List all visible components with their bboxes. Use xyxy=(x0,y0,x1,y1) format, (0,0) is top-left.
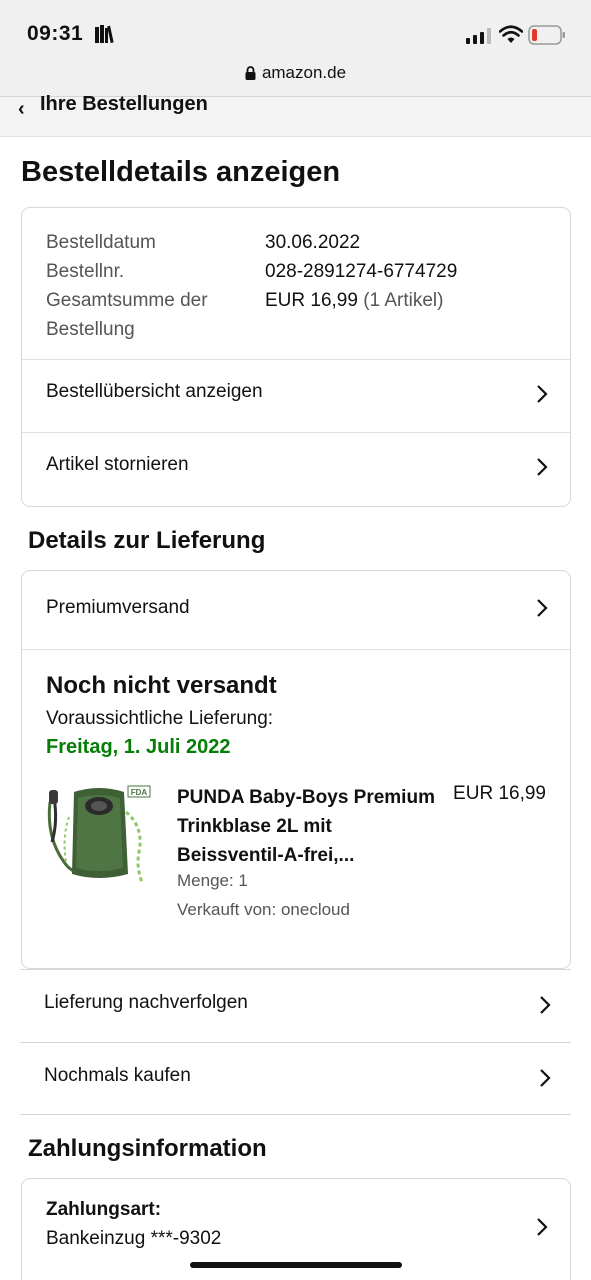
shipping-method-row[interactable]: Premiumversand xyxy=(22,571,570,650)
shipping-method: Premiumversand xyxy=(46,597,190,618)
payment-method-value: Bankeinzug ***-9302 xyxy=(46,1228,222,1249)
back-navigation[interactable]: ‹ Ihre Bestellungen xyxy=(0,93,591,137)
chevron-right-icon xyxy=(540,1069,551,1087)
product-image[interactable]: FDA xyxy=(44,782,154,892)
delivery-card: Premiumversand Noch nicht versandt Vorau… xyxy=(21,570,571,969)
order-info: Bestelldatum 30.06.2022 Bestellnr. 028-2… xyxy=(22,208,570,360)
order-date-row: Bestelldatum 30.06.2022 xyxy=(46,228,546,257)
battery-low-icon xyxy=(528,25,565,45)
url-text: amazon.de xyxy=(261,63,347,82)
status-bar: 09:31 amazon.de xyxy=(0,0,591,96)
order-total-row: Gesamtsumme der Bestellung EUR 16,99 (1 … xyxy=(46,286,546,344)
product-quantity: Menge: 1 xyxy=(177,871,248,890)
status-time: 09:31 xyxy=(27,22,84,45)
fda-badge: FDA xyxy=(131,788,148,797)
back-link-label[interactable]: Ihre Bestellungen xyxy=(40,93,208,116)
order-number-row: Bestellnr. 028-2891274-6774729 xyxy=(46,257,546,286)
home-indicator[interactable] xyxy=(190,1262,402,1268)
cellular-signal-icon xyxy=(466,28,491,44)
lock-icon xyxy=(245,66,256,80)
total-amount: EUR 16,99 xyxy=(265,290,358,311)
buy-again-row[interactable]: Nochmals kaufen xyxy=(20,1042,571,1115)
chevron-right-icon xyxy=(537,458,548,476)
books-icon xyxy=(95,25,114,43)
item-count: (1 Artikel) xyxy=(363,290,444,311)
chevron-right-icon xyxy=(540,996,551,1014)
eta-date: Freitag, 1. Juli 2022 xyxy=(46,736,231,758)
delivery-actions: Lieferung nachverfolgen Nochmals kaufen xyxy=(20,969,571,1115)
product-title[interactable]: PUNDA Baby-Boys Premium Trinkblase 2L mi… xyxy=(177,783,437,870)
chevron-right-icon xyxy=(537,1218,548,1236)
info-value: EUR 16,99 (1 Artikel) xyxy=(265,286,443,344)
cancel-items-row[interactable]: Artikel stornieren xyxy=(22,433,570,506)
address-bar[interactable]: amazon.de xyxy=(0,63,591,83)
row-label: Bestellübersicht anzeigen xyxy=(46,381,263,402)
payment-method-label: Zahlungsart: xyxy=(46,1199,162,1220)
chevron-right-icon xyxy=(537,599,548,617)
delivery-section-title: Details zur Lieferung xyxy=(28,527,266,554)
info-key: Bestellnr. xyxy=(46,261,125,282)
page-title: Bestelldetails anzeigen xyxy=(21,156,341,188)
chevron-left-icon: ‹ xyxy=(18,98,25,120)
payment-section-title: Zahlungsinformation xyxy=(28,1135,267,1162)
product-seller: Verkauft von: onecloud xyxy=(177,900,350,919)
order-summary-card: Bestelldatum 30.06.2022 Bestellnr. 028-2… xyxy=(21,207,571,507)
row-label: Artikel stornieren xyxy=(46,454,189,475)
track-package-row[interactable]: Lieferung nachverfolgen xyxy=(20,969,571,1042)
info-key: Bestelldatum xyxy=(46,232,156,253)
chevron-right-icon xyxy=(537,385,548,403)
product-price: EUR 16,99 xyxy=(453,783,546,804)
info-value: 30.06.2022 xyxy=(265,232,361,253)
view-invoice-row[interactable]: Bestellübersicht anzeigen xyxy=(22,360,570,433)
info-value: 028-2891274-6774729 xyxy=(265,261,458,282)
shipment-details: Noch nicht versandt Voraussichtliche Lie… xyxy=(22,650,570,968)
info-key: Gesamtsumme der Bestellung xyxy=(46,290,208,340)
eta-label: Voraussichtliche Lieferung: xyxy=(46,708,274,729)
wifi-icon xyxy=(499,25,523,43)
row-label: Lieferung nachverfolgen xyxy=(44,992,248,1013)
row-label: Nochmals kaufen xyxy=(44,1065,191,1086)
shipment-status: Noch nicht versandt xyxy=(46,672,277,699)
